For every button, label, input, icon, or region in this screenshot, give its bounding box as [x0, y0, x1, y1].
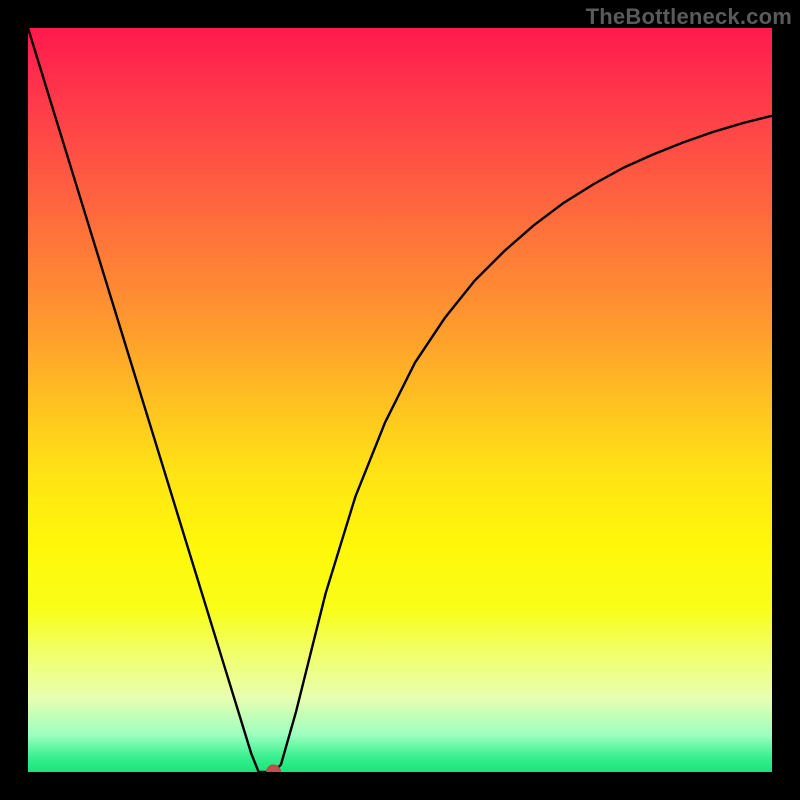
watermark-text: TheBottleneck.com	[586, 4, 792, 30]
chart-frame: TheBottleneck.com	[0, 0, 800, 800]
bottleneck-curve	[28, 28, 772, 772]
plot-area	[28, 28, 772, 772]
